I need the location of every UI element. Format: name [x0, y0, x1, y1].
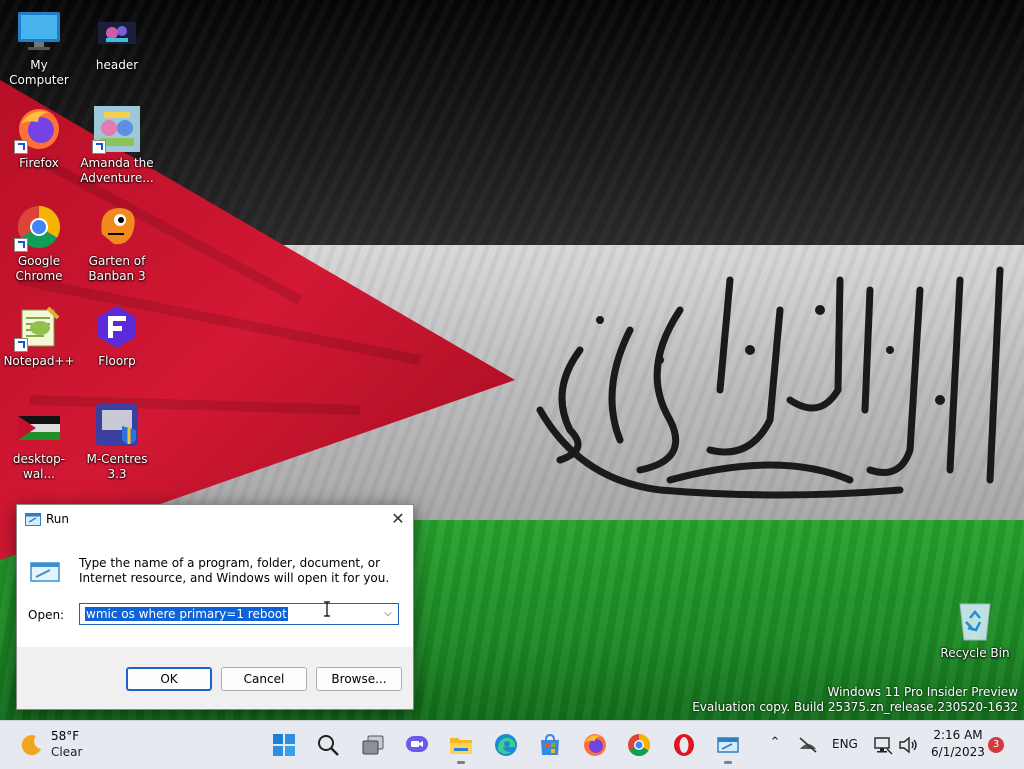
meet-chat-icon: [406, 736, 428, 752]
desktop-icon-label: Notepad++: [3, 354, 75, 368]
browse-button[interactable]: Browse...: [316, 667, 402, 691]
task-view-button[interactable]: [357, 729, 389, 761]
desktop-icon-m-centres[interactable]: M-Centres 3.3: [78, 402, 156, 482]
cancel-button[interactable]: Cancel: [221, 667, 307, 691]
desktop-icon-label: M-Centres 3.3: [86, 452, 148, 481]
search-icon: [318, 735, 339, 756]
store-button[interactable]: [534, 729, 566, 761]
notification-badge[interactable]: 3: [988, 737, 1004, 753]
network-disconnected-icon[interactable]: [798, 735, 818, 755]
chrome-icon: [628, 734, 650, 756]
run-app-icon: [30, 562, 60, 582]
run-button-bar: OK Cancel Browse...: [17, 647, 413, 709]
edge-icon: [495, 734, 517, 756]
desktop-icon-firefox[interactable]: Firefox: [0, 106, 78, 171]
desktop-icon-label: Firefox: [19, 156, 59, 170]
desktop-icon-notepadpp[interactable]: Notepad++: [0, 304, 78, 369]
start-button[interactable]: [268, 729, 300, 761]
meet-chat-button[interactable]: [401, 729, 433, 761]
desktop-icon-label: Floorp: [98, 354, 136, 368]
text-cursor-icon: [324, 601, 330, 617]
ok-button[interactable]: OK: [126, 667, 212, 691]
m-centres-icon: [94, 402, 140, 448]
firefox-taskbar-button[interactable]: [579, 729, 611, 761]
language-indicator[interactable]: ENG: [832, 737, 858, 751]
desktop-icon-desktop-wallpaper[interactable]: desktop-wal...: [0, 402, 78, 482]
run-taskbar-button[interactable]: [712, 729, 744, 764]
start-icon: [273, 734, 295, 756]
run-titlebar[interactable]: Run ✕: [17, 505, 413, 535]
clock-date: 6/1/2023: [931, 745, 985, 759]
image-icon: [94, 8, 140, 54]
clock-time: 2:16 AM: [933, 728, 983, 742]
shortcut-arrow-icon: [92, 140, 106, 154]
calligraphy-emblem: [536, 266, 1004, 499]
network-icon[interactable]: [873, 735, 893, 755]
search-button[interactable]: [312, 729, 344, 761]
chevron-up-icon[interactable]: ⌃: [766, 735, 784, 753]
recycle-bin-icon: [952, 596, 998, 642]
game-icon: [92, 106, 140, 154]
firefox-icon: [584, 734, 606, 756]
run-description: Type the name of a program, folder, docu…: [79, 556, 390, 585]
shortcut-arrow-icon: [14, 140, 28, 154]
windows-watermark: Windows 11 Pro Insider Preview Evaluatio…: [692, 685, 1018, 715]
desktop-icon-floorp[interactable]: Floorp: [78, 304, 156, 369]
shortcut-arrow-icon: [14, 338, 28, 352]
desktop-icon-label: Amanda the Adventure...: [80, 156, 154, 185]
file-explorer-button[interactable]: [445, 729, 477, 764]
chrome-taskbar-button[interactable]: [623, 729, 655, 761]
desktop-icon-label: desktop-wal...: [12, 452, 66, 481]
desktop-icon-recycle-bin[interactable]: Recycle Bin: [936, 596, 1014, 661]
store-icon: [541, 733, 559, 755]
monitor-icon: [16, 8, 62, 54]
run-icon: [25, 513, 41, 526]
image-icon: [16, 402, 62, 448]
firefox-icon: [14, 106, 62, 154]
taskbar: 58°F Clear ⌃ ENG 2:16 AM 6/1/2023 3: [0, 720, 1024, 769]
opera-button[interactable]: [668, 729, 700, 761]
game-icon: [94, 204, 140, 250]
close-button[interactable]: ✕: [383, 505, 413, 533]
desktop-icon-header[interactable]: header: [78, 8, 156, 73]
file-explorer-icon: [450, 738, 472, 754]
desktop-icon-label: header: [95, 58, 139, 72]
run-icon: [717, 737, 739, 753]
desktop-icon-label: Google Chrome: [15, 254, 63, 283]
volume-icon[interactable]: [898, 735, 918, 755]
chrome-icon: [14, 204, 62, 252]
chevron-down-icon[interactable]: ⌵: [381, 606, 395, 622]
task-view-icon: [362, 735, 384, 755]
weather-temperature: 58°F: [51, 729, 80, 743]
shortcut-arrow-icon: [14, 238, 28, 252]
run-dialog: Run ✕ Type the name of a program, folder…: [16, 504, 414, 710]
desktop-icon-garten-of-banban[interactable]: Garten of Banban 3: [78, 204, 156, 284]
weather-condition: Clear: [51, 745, 83, 759]
notepadpp-icon: [14, 304, 62, 352]
opera-icon: [674, 734, 694, 756]
desktop-icon-label: Recycle Bin: [940, 646, 1010, 660]
run-dialog-title: Run: [46, 512, 70, 526]
desktop-icon-label: My Computer: [9, 58, 69, 87]
floorp-icon: [94, 304, 140, 350]
open-label: Open:: [28, 608, 65, 622]
edge-button[interactable]: [490, 729, 522, 761]
desktop-icon-amanda[interactable]: Amanda the Adventure...: [78, 106, 156, 186]
open-input-text[interactable]: wmic os where primary=1 reboot: [85, 607, 288, 621]
desktop-icon-google-chrome[interactable]: Google Chrome: [0, 204, 78, 284]
open-combobox[interactable]: wmic os where primary=1 reboot ⌵: [79, 603, 399, 625]
moon-icon: [21, 735, 41, 756]
watermark-edition: Windows 11 Pro Insider Preview: [827, 685, 1018, 699]
watermark-build: Evaluation copy. Build 25375.zn_release.…: [692, 700, 1018, 714]
desktop-icon-label: Garten of Banban 3: [88, 254, 146, 283]
desktop-icon-my-computer[interactable]: My Computer: [0, 8, 78, 88]
